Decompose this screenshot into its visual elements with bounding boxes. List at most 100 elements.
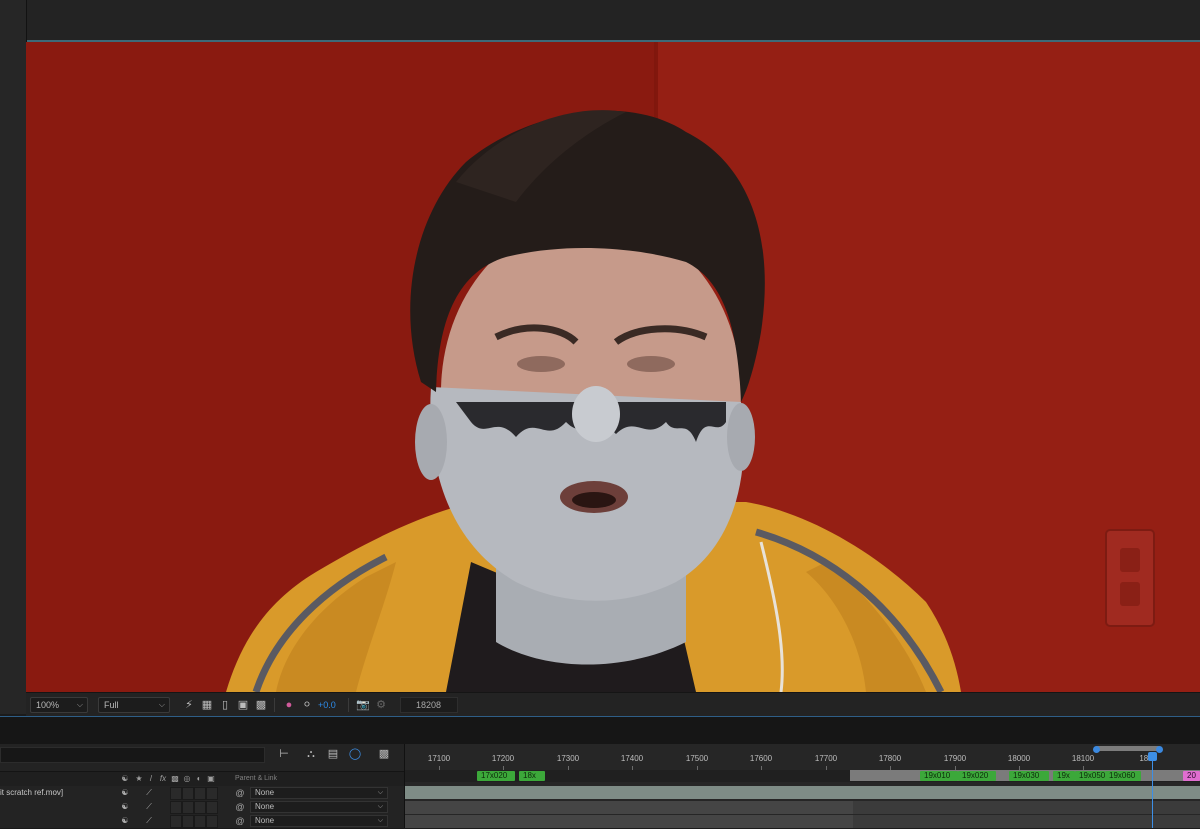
- parent-dropdown[interactable]: None ⌵: [250, 801, 388, 813]
- work-area-start-handle[interactable]: [1093, 746, 1100, 753]
- layer-row[interactable]: ☯ ⟋ @ None ⌵: [0, 814, 404, 829]
- shy-switch-icon[interactable]: ☯: [119, 801, 131, 813]
- graph-editor-icon[interactable]: ▩: [376, 746, 392, 762]
- grid-guides-icon[interactable]: ▩: [254, 698, 268, 712]
- chevron-down-icon: ⌵: [377, 817, 383, 824]
- layer-track-bar[interactable]: [405, 801, 1200, 814]
- layer-track-bar[interactable]: [405, 786, 1200, 799]
- viewer-controls-bar: 100% ⌵ Full ⌵ ⚡ ▦ ▯ ▣ ▩ ● ⚪ +0.0 📷 ⚙ 182…: [26, 692, 1200, 717]
- ruler-label: 17600: [749, 754, 773, 763]
- layer-search-input[interactable]: [0, 747, 265, 763]
- adjustment-layer-column-icon[interactable]: ◐: [194, 772, 204, 786]
- region-of-interest-icon[interactable]: ▣: [236, 698, 250, 712]
- quality-switch-icon[interactable]: ⟋: [143, 815, 155, 827]
- frame-blend-switch[interactable]: [182, 801, 194, 814]
- shy-column-icon[interactable]: ☯: [120, 772, 130, 786]
- shy-layers-icon[interactable]: ▤: [325, 746, 341, 762]
- 3d-switch[interactable]: [206, 787, 218, 800]
- motion-blur-switch[interactable]: [194, 787, 206, 800]
- ruler-label: 18000: [1007, 754, 1031, 763]
- comp-marker[interactable]: 20: [1183, 771, 1200, 781]
- marker-lane: 17x020 18x 19x010 19x020 19x030 19x 19x0…: [405, 770, 1200, 782]
- comp-marker[interactable]: 19x060: [1105, 771, 1141, 781]
- pick-whip-icon[interactable]: @: [234, 787, 246, 799]
- shy-switch-icon[interactable]: ☯: [119, 787, 131, 799]
- transparency-grid-icon[interactable]: ▦: [200, 698, 214, 712]
- quality-column-icon[interactable]: /: [146, 772, 156, 786]
- comp-marker[interactable]: 19x020: [958, 771, 996, 781]
- frame-blend-switch[interactable]: [182, 787, 194, 800]
- layer-outline-panel: ⊢ ⛬ ▤ ◯ ▩ ☯ ★ / fx ▩ ◎ ◐ ▣ Parent & Link…: [0, 744, 405, 829]
- chevron-down-icon: ⌵: [377, 789, 383, 796]
- frame-blend-switch[interactable]: [182, 815, 194, 828]
- parent-link-column-label: Parent & Link: [235, 775, 278, 782]
- motion-blur-switch[interactable]: [194, 815, 206, 828]
- fx-switch[interactable]: [170, 815, 182, 828]
- chevron-down-icon: ⌵: [158, 700, 165, 709]
- comp-marker[interactable]: 18x: [519, 771, 545, 781]
- comp-marker[interactable]: 19x: [1053, 771, 1075, 781]
- fast-previews-icon[interactable]: ⚡: [182, 698, 196, 712]
- fx-column-icon[interactable]: fx: [158, 772, 168, 786]
- ruler-label: 17300: [556, 754, 580, 763]
- fx-switch[interactable]: [170, 787, 182, 800]
- parent-value: None: [255, 816, 275, 825]
- parent-dropdown[interactable]: None ⌵: [250, 815, 388, 827]
- layer-column-header: ☯ ★ / fx ▩ ◎ ◐ ▣ Parent & Link: [0, 771, 404, 787]
- chevron-down-icon: ⌵: [76, 700, 83, 709]
- collapse-column-icon[interactable]: ★: [134, 772, 144, 786]
- exposure-value[interactable]: +0.0: [318, 698, 336, 712]
- comp-marker[interactable]: 19x050: [1075, 771, 1105, 781]
- layer-row[interactable]: it scratch ref.mov] ☯ ⟋ @ None ⌵: [0, 786, 404, 801]
- motion-blur-column-icon[interactable]: ◎: [182, 772, 192, 786]
- quality-switch-icon[interactable]: ⟋: [143, 801, 155, 813]
- zoom-value: 100%: [36, 700, 60, 710]
- playhead-line[interactable]: [1152, 754, 1153, 828]
- mask-visibility-icon[interactable]: ▯: [218, 698, 232, 712]
- composition-viewer[interactable]: [26, 42, 1200, 692]
- comp-marker[interactable]: 19x010: [920, 771, 958, 781]
- ruler-label: 17400: [620, 754, 644, 763]
- snapshot-camera-icon[interactable]: 📷: [356, 698, 370, 712]
- shy-switch-icon[interactable]: ☯: [119, 815, 131, 827]
- resolution-value: Full: [104, 700, 119, 710]
- ruler-label: 18100: [1071, 754, 1095, 763]
- motion-blur-icon[interactable]: ◯: [347, 746, 363, 762]
- reset-exposure-icon[interactable]: ⚪: [300, 698, 314, 712]
- zoom-dropdown[interactable]: 100% ⌵: [30, 697, 88, 713]
- pick-whip-icon[interactable]: @: [234, 801, 246, 813]
- 3d-switch[interactable]: [206, 815, 218, 828]
- frame-blending-column-icon[interactable]: ▩: [170, 772, 180, 786]
- timeline-panel: ⊢ ⛬ ▤ ◯ ▩ ☯ ★ / fx ▩ ◎ ◐ ▣ Parent & Link…: [0, 744, 1200, 829]
- show-snapshot-icon[interactable]: ⚙: [374, 698, 388, 712]
- chevron-down-icon: ⌵: [377, 803, 383, 810]
- comp-marker[interactable]: 19x030: [1009, 771, 1049, 781]
- fx-switch[interactable]: [170, 801, 182, 814]
- comp-marker[interactable]: 17x020: [477, 771, 515, 781]
- current-frame-value: 18208: [416, 700, 442, 710]
- work-area-bar[interactable]: [1093, 746, 1163, 753]
- resolution-dropdown[interactable]: Full ⌵: [98, 697, 170, 713]
- ruler-label: 17200: [491, 754, 515, 763]
- color-channels-icon[interactable]: ●: [282, 698, 296, 712]
- work-area-end-handle[interactable]: [1156, 746, 1163, 753]
- 3d-switch[interactable]: [206, 801, 218, 814]
- ruler-label: 17700: [814, 754, 838, 763]
- layer-row[interactable]: ☯ ⟋ @ None ⌵: [0, 800, 404, 815]
- ruler-label: 17800: [878, 754, 902, 763]
- layer-name[interactable]: it scratch ref.mov]: [0, 786, 63, 800]
- ruler-label: 17500: [685, 754, 709, 763]
- viewer-title-bar: [0, 0, 1200, 42]
- pick-whip-icon[interactable]: @: [234, 815, 246, 827]
- ruler-label: 17900: [943, 754, 967, 763]
- footage-frame: [26, 42, 1200, 692]
- 3d-layer-column-icon[interactable]: ▣: [206, 772, 216, 786]
- quality-switch-icon[interactable]: ⟋: [143, 787, 155, 799]
- timeline-track-area[interactable]: 17100 17200 17300 17400 17500 17600 1770…: [405, 744, 1200, 828]
- current-frame-display[interactable]: 18208: [400, 697, 458, 713]
- composition-mini-flowchart-icon[interactable]: ⊢: [276, 746, 292, 762]
- layer-track-bar[interactable]: [405, 815, 1200, 828]
- draft-3d-icon[interactable]: ⛬: [303, 746, 319, 762]
- parent-dropdown[interactable]: None ⌵: [250, 787, 388, 799]
- motion-blur-switch[interactable]: [194, 801, 206, 814]
